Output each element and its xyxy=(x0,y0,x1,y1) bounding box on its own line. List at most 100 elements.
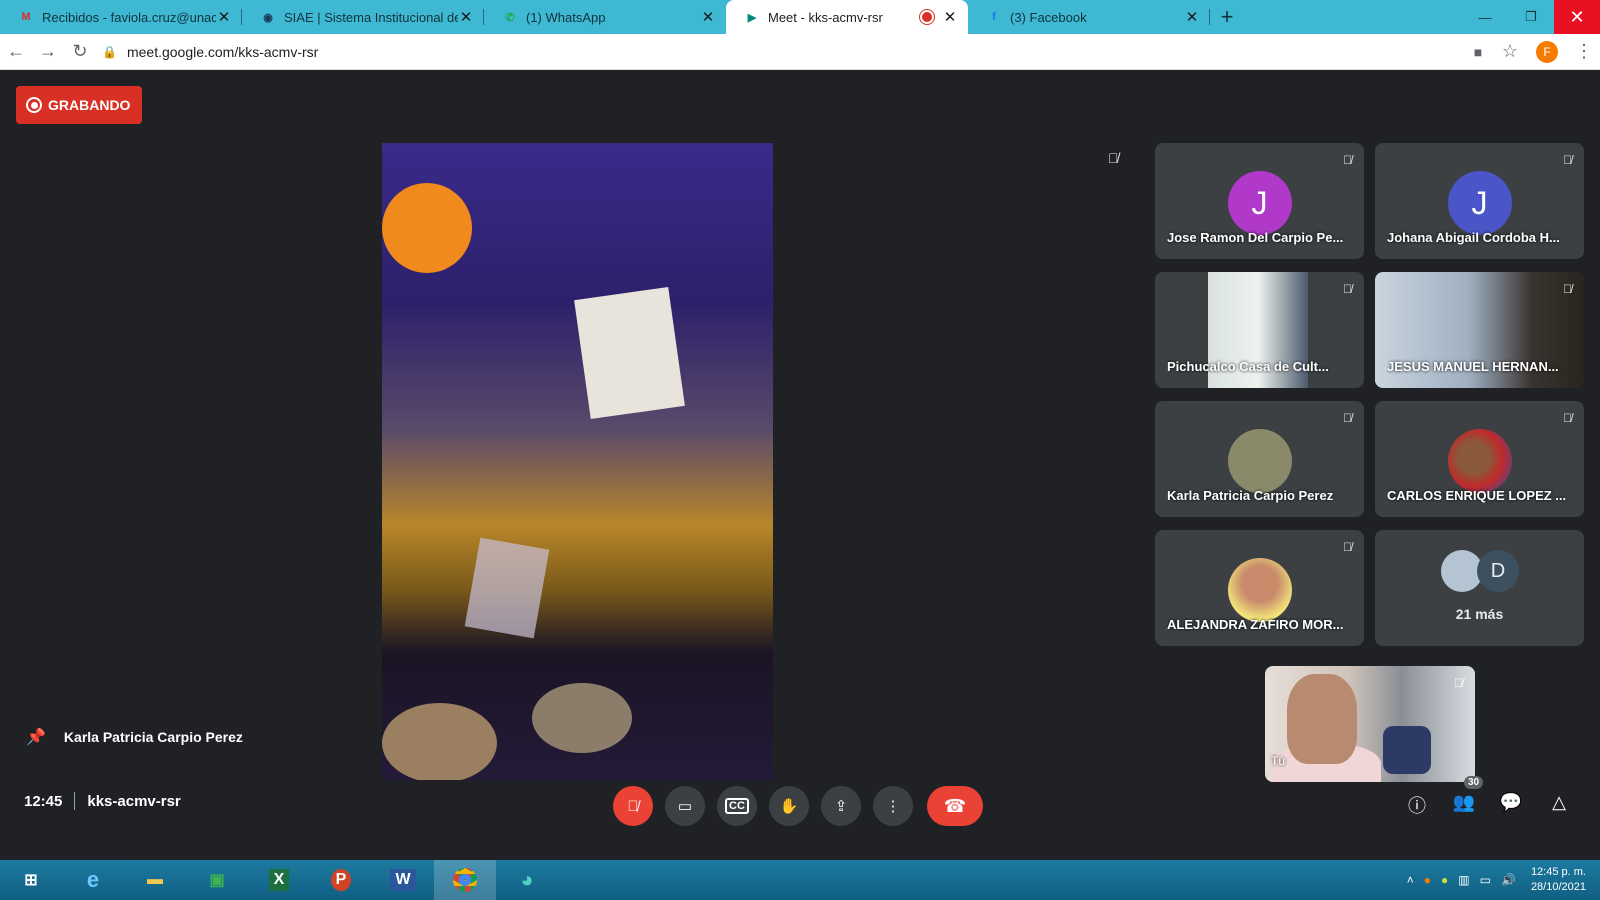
tab-title: SIAE | Sistema Institucional de Ac xyxy=(284,9,458,25)
info-icon: ⓘ xyxy=(1408,796,1426,816)
taskbar-internet-explorer[interactable]: e xyxy=(62,860,124,900)
avatar: J xyxy=(1447,171,1512,235)
participant-tile[interactable]: 🎙̸ JESUS MANUEL HERNAN... xyxy=(1375,272,1584,388)
participant-tile[interactable]: J 🎙̸ Johana Abigail Cordoba H... xyxy=(1375,143,1584,259)
camera-permission-icon[interactable]: ■ xyxy=(1462,36,1494,68)
bookmark-star-icon[interactable]: ☆ xyxy=(1494,36,1526,68)
self-label: Tú xyxy=(1271,754,1286,768)
mic-off-icon: 🎙̸ xyxy=(1343,411,1352,425)
present-icon: ⇪ xyxy=(834,798,848,815)
gmail-icon: M xyxy=(21,11,31,23)
url-text: meet.google.com/kks-acmv-rsr xyxy=(126,43,319,60)
start-button[interactable]: ⊞ xyxy=(0,860,62,900)
facebook-icon: f xyxy=(992,11,996,23)
taskbar-edge[interactable]: ◕ xyxy=(496,860,558,900)
new-tab-button[interactable]: + xyxy=(1210,0,1244,34)
self-view[interactable]: 🎙̸ Tú xyxy=(1265,666,1475,782)
menu-kebab-icon[interactable]: ⋮ xyxy=(1568,36,1600,68)
recording-badge[interactable]: GRABANDO xyxy=(16,86,143,124)
chrome-icon xyxy=(453,868,477,892)
toggle-camera-button[interactable]: ▭ xyxy=(665,786,705,826)
close-tab-icon[interactable]: ✕ xyxy=(216,8,232,26)
tray-app-icon[interactable]: ● xyxy=(1424,873,1431,887)
participant-tile[interactable]: 🎙̸ Pichucalco Casa de Cult... xyxy=(1155,272,1364,388)
restore-button[interactable]: ❐ xyxy=(1508,0,1554,34)
present-screen-button[interactable]: ⇪ xyxy=(821,786,861,826)
hang-up-icon: ☎ xyxy=(943,795,967,816)
chat-button[interactable]: 💬 xyxy=(1497,792,1525,813)
meet-icon: ▶ xyxy=(747,11,757,24)
show-hidden-icons-icon[interactable]: ˄ xyxy=(1407,873,1414,887)
reload-button[interactable]: ↻ xyxy=(64,36,96,68)
whatsapp-icon: ✆ xyxy=(505,11,515,24)
tab-title: Recibidos - faviola.cruz@unach.m xyxy=(42,9,216,25)
taskbar-time: 12:45 p. m. xyxy=(1530,866,1586,878)
participant-tile[interactable]: 🎙̸ CARLOS ENRIQUE LOPEZ ... xyxy=(1375,401,1584,517)
mic-off-icon: 🎙̸ xyxy=(1563,282,1572,296)
forward-button[interactable]: → xyxy=(32,36,64,68)
close-window-button[interactable]: ✕ xyxy=(1554,0,1600,34)
tray-app-icon[interactable]: ● xyxy=(1441,873,1448,887)
tab-gmail[interactable]: M Recibidos - faviola.cruz@unach.m ✕ xyxy=(0,0,242,34)
volume-icon[interactable]: 🔊 xyxy=(1501,873,1516,887)
more-options-button[interactable]: ⋮ xyxy=(873,786,913,826)
taskbar-excel[interactable]: X xyxy=(248,860,310,900)
display-icon[interactable]: ▭ xyxy=(1480,873,1491,887)
record-icon xyxy=(26,97,42,113)
excel-icon: X xyxy=(268,869,290,891)
captions-button[interactable]: CC xyxy=(717,786,757,826)
tab-siae[interactable]: ◉ SIAE | Sistema Institucional de Ac ✕ xyxy=(242,0,484,34)
chat-icon: 💬 xyxy=(1499,792,1523,812)
address-bar[interactable]: 🔒 meet.google.com/kks-acmv-rsr xyxy=(102,38,1450,66)
powerpoint-icon: P xyxy=(330,869,352,891)
mic-off-icon: 🎙̸ xyxy=(1563,153,1572,167)
meeting-info-button[interactable]: ⓘ xyxy=(1403,792,1431,818)
tab-facebook[interactable]: f (3) Facebook ✕ xyxy=(968,0,1210,34)
word-icon: W xyxy=(390,869,416,891)
tab-whatsapp[interactable]: ✆ (1) WhatsApp ✕ xyxy=(484,0,726,34)
mic-off-icon: 🎙̸ xyxy=(1563,411,1572,425)
mic-off-icon: 🎙̸ xyxy=(1343,282,1352,296)
profile-avatar[interactable]: F xyxy=(1536,40,1558,63)
toggle-mic-button[interactable]: 🎙̸ xyxy=(613,786,653,826)
close-tab-icon[interactable]: ✕ xyxy=(942,8,958,26)
activities-icon: △ xyxy=(1552,792,1566,812)
avatar: D xyxy=(1477,550,1519,592)
participant-tile[interactable]: 🎙̸ Karla Patricia Carpio Perez xyxy=(1155,401,1364,517)
mic-off-icon: 🎙̸ xyxy=(1343,540,1352,554)
raise-hand-button[interactable]: ✋ xyxy=(769,786,809,826)
taskbar-word[interactable]: W xyxy=(372,860,434,900)
people-button[interactable]: 👥 30 xyxy=(1450,776,1484,813)
taskbar-clock[interactable]: 12:45 p. m. 28/10/2021 xyxy=(1531,865,1586,895)
taskbar-store[interactable]: ▣ xyxy=(186,860,248,900)
people-count-badge: 30 xyxy=(1464,776,1484,789)
back-button[interactable]: ← xyxy=(0,36,32,68)
internet-explorer-icon: e xyxy=(86,867,100,892)
activities-button[interactable]: △ xyxy=(1545,792,1573,813)
participant-tile[interactable]: 🎙̸ ALEJANDRA ZAFIRO MOR... xyxy=(1155,530,1364,646)
avatar: J xyxy=(1227,171,1292,235)
pin-icon[interactable]: 📌 xyxy=(26,727,46,747)
participant-name: CARLOS ENRIQUE LOPEZ ... xyxy=(1387,488,1567,503)
tab-meet[interactable]: ▶ Meet - kks-acmv-rsr ✕ xyxy=(726,0,968,34)
close-tab-icon[interactable]: ✕ xyxy=(700,8,716,26)
minimize-button[interactable]: — xyxy=(1462,0,1508,34)
more-participants-tile[interactable]: D 21 más xyxy=(1375,530,1584,646)
hand-icon: ✋ xyxy=(779,798,799,815)
participant-tile[interactable]: J 🎙̸ Jose Ramon Del Carpio Pe... xyxy=(1155,143,1364,259)
meet-stage: GRABANDO 🎙̸ 📌 Karla Patricia Carpio Pere… xyxy=(0,70,1600,860)
mic-off-icon: 🎙̸ xyxy=(627,797,639,815)
tab-title: Meet - kks-acmv-rsr xyxy=(768,9,883,25)
close-tab-icon[interactable]: ✕ xyxy=(1184,8,1200,26)
leave-call-button[interactable]: ☎ xyxy=(927,786,983,826)
lock-icon: 🔒 xyxy=(102,44,117,59)
participant-name: Johana Abigail Cordoba H... xyxy=(1387,230,1560,245)
pinned-participant-label: 📌 Karla Patricia Carpio Perez xyxy=(26,727,243,747)
network-icon[interactable]: ▥ xyxy=(1458,873,1469,887)
close-tab-icon[interactable]: ✕ xyxy=(458,8,474,26)
pinned-video[interactable] xyxy=(382,143,773,780)
store-icon: ▣ xyxy=(209,872,225,889)
taskbar-powerpoint[interactable]: P xyxy=(310,860,372,900)
taskbar-chrome[interactable] xyxy=(434,860,496,900)
taskbar-file-explorer[interactable]: ▬ xyxy=(124,860,186,900)
